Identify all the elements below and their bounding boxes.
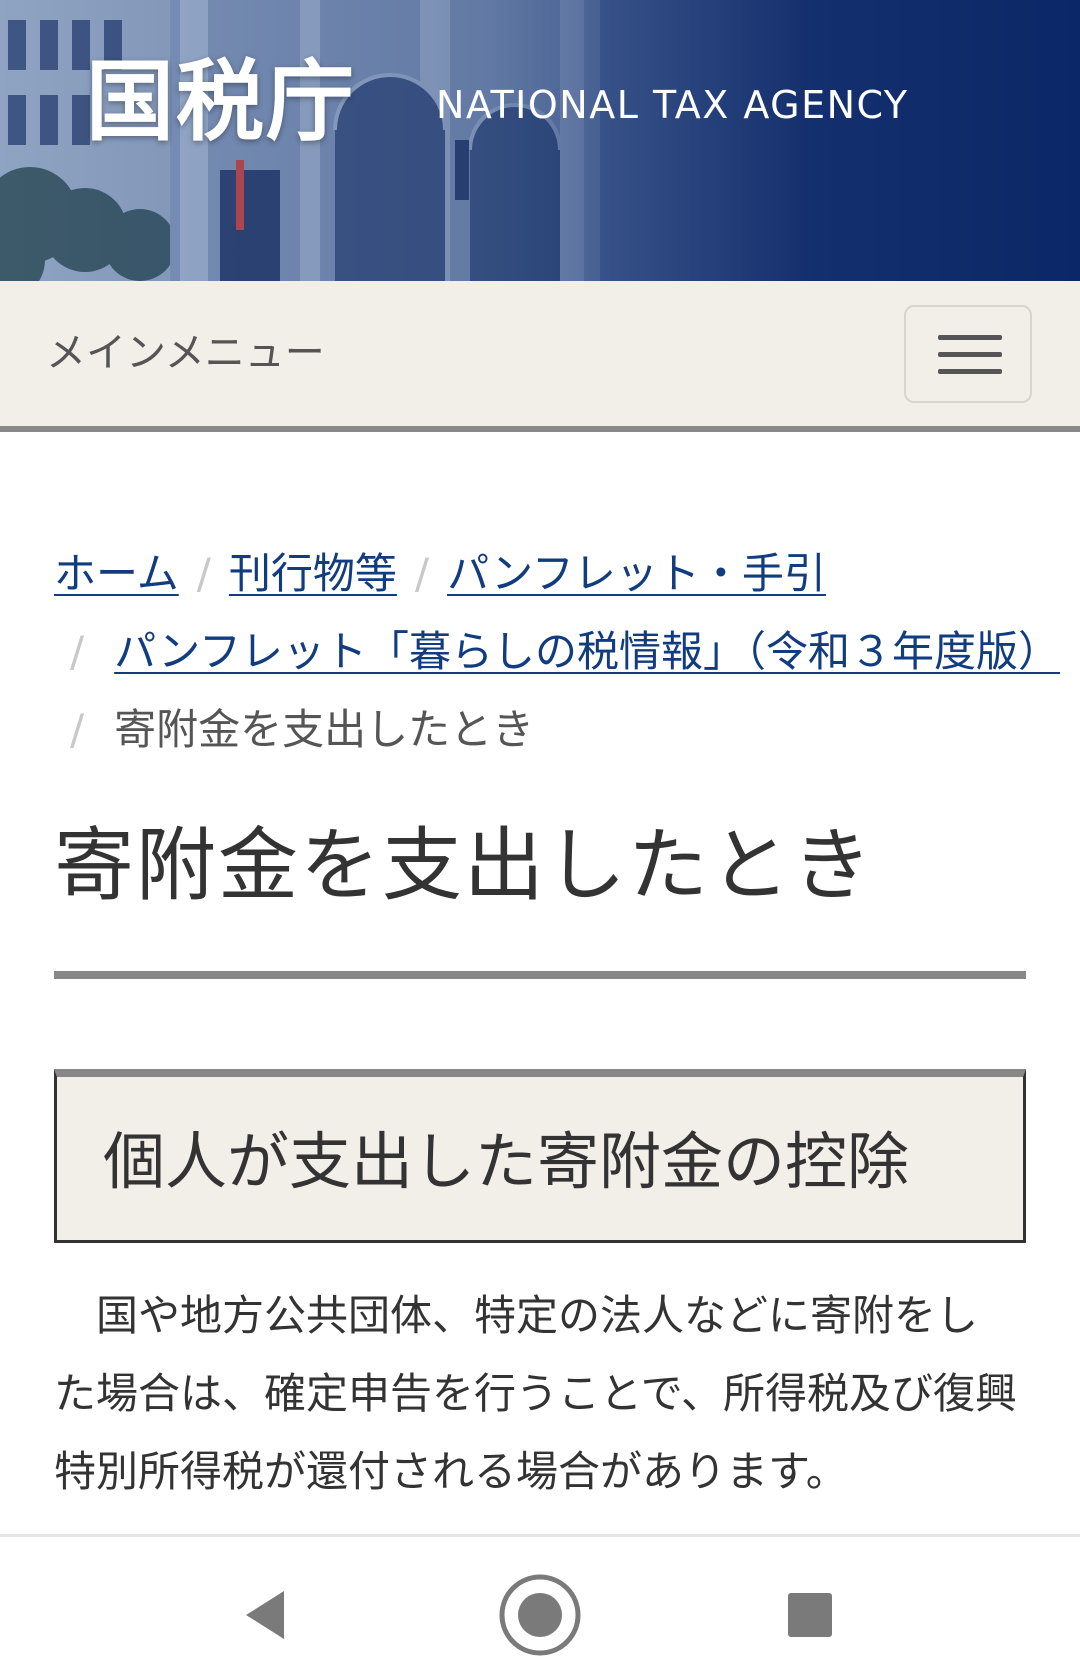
back-button[interactable] [226, 1571, 314, 1659]
body-text-line: た場合は、確定申告を行うことで、所得税及び復興 [54, 1369, 1018, 1418]
breadcrumb-separator: / [196, 549, 211, 598]
body-text-line: 特別所得税が還付される場合があります。 [54, 1447, 848, 1496]
back-triangle-icon [246, 1591, 284, 1639]
home-circle-icon [499, 1574, 581, 1656]
home-button[interactable] [496, 1571, 584, 1659]
body-text-line: 国や地方公共団体、特定の法人などに寄附をし [54, 1291, 979, 1340]
breadcrumb-pamphlets-link[interactable]: パンフレット・手引 [447, 549, 826, 598]
main-menu-label: メインメニュー [46, 330, 325, 376]
breadcrumb-publications-link[interactable]: 刊行物等 [229, 549, 397, 598]
breadcrumb-separator: / [70, 627, 85, 676]
recents-square-icon [788, 1593, 832, 1637]
section-title: 個人が支出した寄附金の控除 [103, 1125, 910, 1198]
page-title: 寄附金を支出したとき [54, 819, 874, 912]
site-header-banner: 国税庁 NATIONAL TAX AGENCY [0, 0, 1080, 281]
breadcrumb-separator: / [70, 705, 85, 754]
menu-toggle-button[interactable] [904, 305, 1032, 403]
section-heading-box: 個人が支出した寄附金の控除 [54, 1069, 1026, 1243]
main-menu-bar: メインメニュー [0, 281, 1080, 432]
agency-logo-english: NATIONAL TAX AGENCY [436, 83, 909, 127]
agency-logo-japanese[interactable]: 国税庁 [86, 58, 356, 146]
breadcrumb: ホーム / 刊行物等 / パンフレット・手引 / パンフレット「暮らしの税情報」（令和３年… [54, 535, 1060, 769]
breadcrumb-home-link[interactable]: ホーム [54, 549, 179, 598]
breadcrumb-pamphlet-r3-link[interactable]: パンフレット「暮らしの税情報」（令和３年度版） [114, 627, 1060, 676]
breadcrumb-current-page: 寄附金を支出したとき [114, 705, 535, 754]
title-divider [54, 971, 1026, 979]
breadcrumb-separator: / [414, 549, 430, 598]
system-navigation-bar [0, 1534, 1080, 1679]
recents-button[interactable] [766, 1571, 854, 1659]
section-body-paragraph: 国や地方公共団体、特定の法人などに寄附をし た場合は、確定申告を行うことで、所得… [54, 1277, 1026, 1511]
